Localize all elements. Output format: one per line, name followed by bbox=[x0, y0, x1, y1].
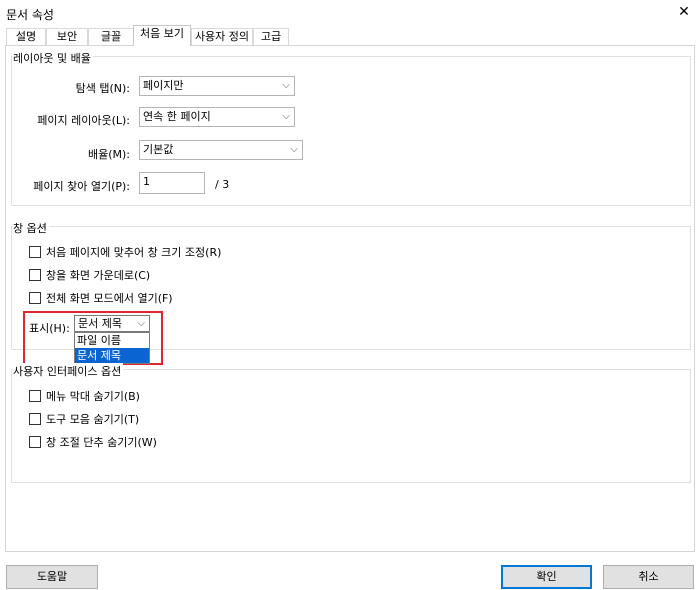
checkbox[interactable] bbox=[29, 292, 41, 304]
help-button[interactable]: 도움말 bbox=[6, 565, 98, 589]
page-layout-select[interactable]: 연속 한 페이지 ⌵ bbox=[139, 107, 295, 127]
hide-window-controls-option[interactable]: 창 조절 단추 숨기기(W) bbox=[29, 434, 157, 450]
tab-security[interactable]: 보안 bbox=[46, 28, 88, 45]
fit-window-option[interactable]: 처음 페이지에 맞추어 창 크기 조정(R) bbox=[29, 244, 221, 260]
nav-tab-value: 페이지만 bbox=[143, 79, 184, 92]
show-value: 문서 제목 bbox=[78, 317, 122, 330]
option-label: 도구 모음 숨기기(T) bbox=[46, 413, 140, 426]
ui-group-title: 사용자 인터페이스 옵션 bbox=[13, 363, 124, 379]
magnification-select[interactable]: 기본값 ⌵ bbox=[139, 140, 303, 160]
chevron-down-icon: ⌵ bbox=[282, 80, 290, 91]
page-total: / 3 bbox=[215, 178, 230, 191]
hide-menubar-option[interactable]: 메뉴 막대 숨기기(B) bbox=[29, 388, 140, 404]
tab-advanced[interactable]: 고급 bbox=[253, 28, 289, 45]
magnification-label: 배율(M): bbox=[87, 148, 130, 161]
option-label: 창 조절 단추 숨기기(W) bbox=[46, 436, 157, 449]
dropdown-item-file-name[interactable]: 파일 이름 bbox=[75, 333, 149, 348]
show-label: 표시(H): bbox=[29, 322, 70, 335]
tab-custom[interactable]: 사용자 정의 bbox=[191, 28, 253, 45]
checkbox[interactable] bbox=[29, 269, 41, 281]
close-icon[interactable]: ✕ bbox=[674, 3, 694, 21]
tab-fonts[interactable]: 글꼴 bbox=[88, 28, 134, 45]
ok-button[interactable]: 확인 bbox=[501, 565, 592, 589]
option-label: 메뉴 막대 숨기기(B) bbox=[46, 390, 140, 403]
page-layout-label: 페이지 레이아웃(L): bbox=[37, 114, 130, 127]
magnification-value: 기본값 bbox=[143, 143, 174, 156]
open-page-label: 페이지 찾아 열기(P): bbox=[33, 180, 130, 193]
checkbox[interactable] bbox=[29, 390, 41, 402]
window-group-title: 창 옵션 bbox=[13, 220, 49, 236]
option-label: 창을 화면 가운데로(C) bbox=[46, 269, 151, 282]
chevron-down-icon: ⌵ bbox=[137, 318, 145, 329]
full-screen-option[interactable]: 전체 화면 모드에서 열기(F) bbox=[29, 290, 173, 306]
page-layout-value: 연속 한 페이지 bbox=[143, 110, 211, 123]
option-label: 처음 페이지에 맞추어 창 크기 조정(R) bbox=[46, 246, 222, 259]
chevron-down-icon: ⌵ bbox=[290, 144, 298, 155]
checkbox[interactable] bbox=[29, 413, 41, 425]
tab-initial-view[interactable]: 처음 보기 bbox=[133, 25, 191, 46]
cancel-button[interactable]: 취소 bbox=[603, 565, 694, 589]
dropdown-item-doc-title[interactable]: 문서 제목 bbox=[75, 348, 149, 363]
checkbox[interactable] bbox=[29, 436, 41, 448]
window-title: 문서 속성 bbox=[6, 8, 54, 22]
show-dropdown-list: 파일 이름 문서 제목 bbox=[74, 332, 150, 364]
chevron-down-icon: ⌵ bbox=[282, 111, 290, 122]
title-bar: 문서 속성 ✕ bbox=[0, 0, 700, 26]
tab-description[interactable]: 설명 bbox=[6, 28, 46, 45]
center-window-option[interactable]: 창을 화면 가운데로(C) bbox=[29, 267, 150, 283]
show-select[interactable]: 문서 제목 ⌵ bbox=[74, 315, 150, 332]
checkbox[interactable] bbox=[29, 246, 41, 258]
nav-tab-label: 탐색 탭(N): bbox=[75, 82, 130, 95]
open-page-input[interactable]: 1 bbox=[139, 172, 205, 194]
layout-group-title: 레이아웃 및 배율 bbox=[13, 50, 93, 66]
open-page-value: 1 bbox=[143, 175, 150, 188]
option-label: 전체 화면 모드에서 열기(F) bbox=[46, 292, 173, 305]
hide-toolbar-option[interactable]: 도구 모음 숨기기(T) bbox=[29, 411, 139, 427]
nav-tab-select[interactable]: 페이지만 ⌵ bbox=[139, 76, 295, 96]
